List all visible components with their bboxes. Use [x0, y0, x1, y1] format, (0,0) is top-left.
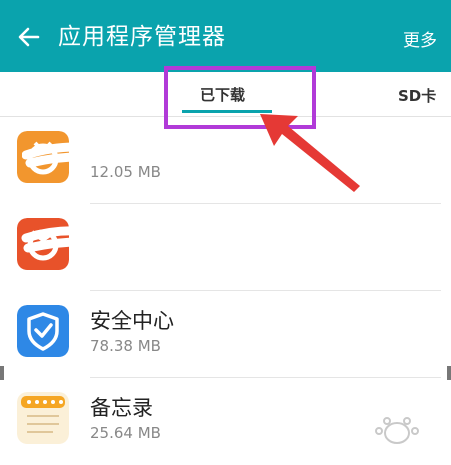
app-size: 12.05 MB: [90, 163, 161, 181]
app-size: 25.64 MB: [90, 424, 161, 442]
security-shield-icon: [17, 305, 69, 357]
page-title: 应用程序管理器: [58, 24, 226, 50]
more-button[interactable]: 更多: [403, 26, 437, 51]
app-name: 备忘录: [90, 396, 153, 420]
app-size: 78.38 MB: [90, 337, 161, 355]
watermark-logo: [375, 417, 419, 444]
memo-notepad-icon: [17, 392, 69, 444]
app-list-item[interactable]: [0, 204, 451, 291]
app-list-item[interactable]: 12.05 MB: [0, 117, 451, 204]
app-list-item[interactable]: 安全中心 78.38 MB: [0, 291, 451, 378]
right-edge-marker: [447, 366, 451, 380]
redaction-scribble: [21, 225, 170, 261]
annotation-arrow-icon: [260, 114, 360, 192]
app-name: 安全中心: [90, 309, 174, 333]
tab-sd-card[interactable]: SD卡: [398, 85, 436, 106]
app-bar: 应用程序管理器 更多: [0, 0, 451, 72]
left-edge-marker: [0, 366, 4, 380]
back-arrow-icon[interactable]: [14, 22, 44, 52]
